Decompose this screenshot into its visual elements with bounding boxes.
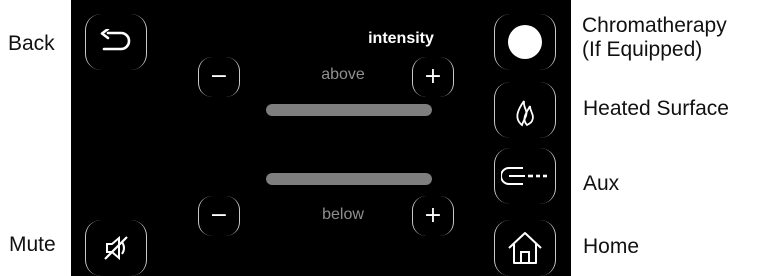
back-button[interactable] xyxy=(85,14,147,70)
chromatherapy-button[interactable] xyxy=(494,14,556,70)
minus-icon: − xyxy=(209,203,229,228)
home-icon xyxy=(508,232,542,264)
chromatherapy-callout-label: Chromatherapy (If Equipped) xyxy=(582,14,727,62)
mute-callout-label: Mute xyxy=(9,233,56,256)
minus-icon: − xyxy=(209,64,229,89)
intensity-title: intensity xyxy=(368,30,434,47)
plus-icon: + xyxy=(423,203,443,228)
aux-callout-label: Aux xyxy=(583,172,620,195)
light-circle-icon xyxy=(508,25,542,59)
above-decrease-button[interactable]: − xyxy=(198,57,240,97)
above-intensity-fill xyxy=(266,104,432,116)
mute-icon xyxy=(104,235,128,261)
above-label: above xyxy=(321,66,365,83)
above-intensity-bar[interactable] xyxy=(266,104,432,116)
plus-icon: + xyxy=(423,64,443,89)
heated-surface-button[interactable] xyxy=(494,82,556,138)
home-button[interactable] xyxy=(494,220,556,276)
chromatherapy-callout-line1: Chromatherapy xyxy=(582,14,727,37)
below-label: below xyxy=(322,206,364,223)
above-increase-button[interactable]: + xyxy=(412,57,454,97)
flame-icon xyxy=(516,100,534,127)
mute-button[interactable] xyxy=(85,220,147,276)
below-intensity-bar[interactable] xyxy=(266,173,432,185)
below-decrease-button[interactable]: − xyxy=(198,196,240,236)
heated-surface-callout-label: Heated Surface xyxy=(583,97,729,120)
aux-button[interactable] xyxy=(494,148,556,204)
back-callout-label: Back xyxy=(8,32,55,55)
control-panel-screen: intensity − above + − below + xyxy=(71,0,571,276)
aux-plug-icon xyxy=(501,167,547,185)
below-increase-button[interactable]: + xyxy=(412,196,454,236)
back-arrow-icon xyxy=(100,29,131,51)
below-intensity-fill xyxy=(266,173,432,185)
home-callout-label: Home xyxy=(583,235,640,258)
chromatherapy-callout-line2: (If Equipped) xyxy=(582,38,703,61)
